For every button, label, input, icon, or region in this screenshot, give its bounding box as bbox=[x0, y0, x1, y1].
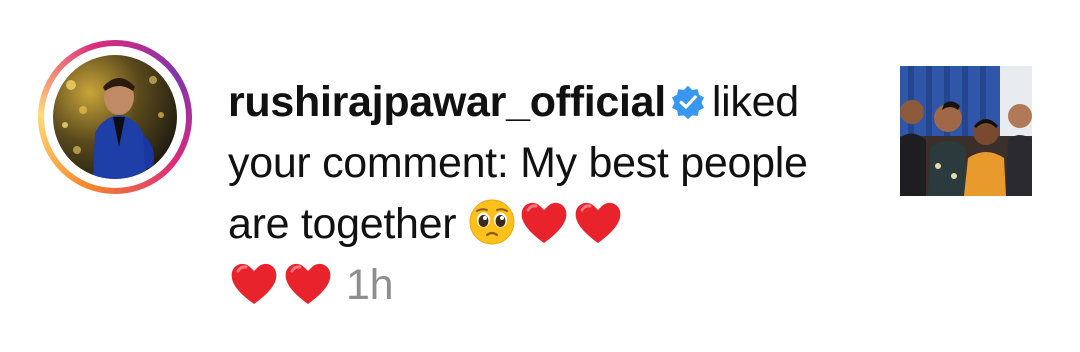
username-link[interactable]: rushirajpawar_official bbox=[228, 78, 666, 126]
red-heart-emoji bbox=[285, 263, 331, 304]
post-thumbnail-image bbox=[900, 66, 1032, 196]
avatar-photo bbox=[53, 55, 177, 179]
red-heart-emoji bbox=[575, 202, 621, 243]
red-heart-emoji bbox=[521, 202, 567, 243]
verified-badge-icon bbox=[671, 85, 704, 120]
timestamp: 1h bbox=[346, 261, 394, 309]
red-heart-emoji bbox=[231, 263, 277, 304]
pleading-face-emoji bbox=[469, 199, 515, 245]
activity-notification-row[interactable]: rushirajpawar_official liked your commen… bbox=[0, 0, 1080, 352]
post-thumbnail[interactable] bbox=[900, 66, 1032, 196]
user-avatar[interactable] bbox=[38, 40, 192, 194]
notification-message: rushirajpawar_official liked your commen… bbox=[228, 72, 868, 316]
